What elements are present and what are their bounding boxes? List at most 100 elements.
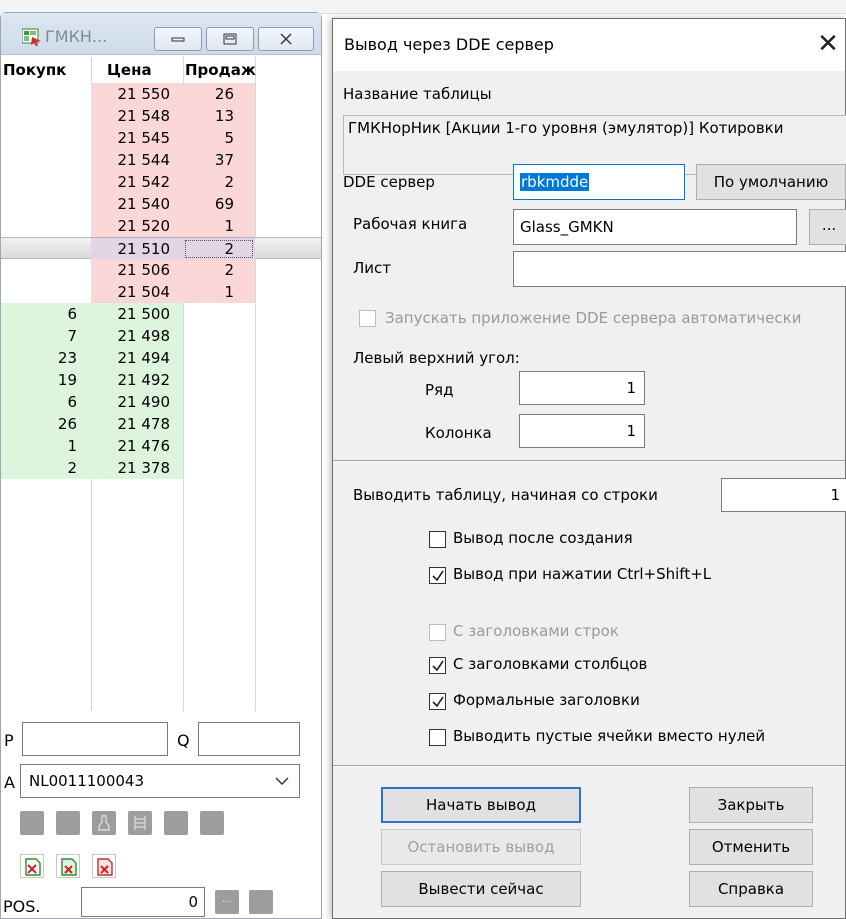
option-label: Вывод после создания xyxy=(453,529,633,547)
maximize-icon xyxy=(223,33,237,45)
row-headers-checkbox[interactable] xyxy=(429,624,446,641)
price-cell: 21 498 xyxy=(91,325,183,347)
empty-cells-checkbox[interactable] xyxy=(429,729,446,746)
ask-row[interactable]: 21 544 37 xyxy=(1,149,321,171)
toolbar-button-2[interactable] xyxy=(56,811,80,835)
dialog-close-button[interactable]: ✕ xyxy=(811,29,845,63)
cancel-all-orders-button[interactable] xyxy=(20,854,44,878)
ask-row[interactable]: 21 504 1 xyxy=(1,281,321,303)
option-label: Формальные заголовки xyxy=(453,691,640,709)
autostart-checkbox[interactable] xyxy=(359,310,376,327)
buy-cell: 6 xyxy=(1,303,91,325)
dialog-titlebar[interactable]: Вывод через DDE сервер ✕ xyxy=(333,19,845,71)
option-label: С заголовками строк xyxy=(453,622,619,640)
dialog-title: Вывод через DDE сервер xyxy=(344,35,554,54)
account-select[interactable]: NL0011100043 xyxy=(20,764,300,798)
ask-row[interactable]: 21 545 5 xyxy=(1,127,321,149)
bid-row[interactable]: 26 21 478 xyxy=(1,413,321,435)
default-server-button[interactable]: По умолчанию xyxy=(696,164,846,200)
price-cell: 21 476 xyxy=(91,435,183,457)
start-output-button[interactable]: Начать вывод xyxy=(381,787,581,823)
cancel-sell-orders-button[interactable] xyxy=(92,854,116,878)
quantity-input[interactable] xyxy=(198,722,300,756)
order-book-window: ГМКН... Покупк Цена Продаж 21 550 26 21 5… xyxy=(0,12,322,919)
minimize-icon xyxy=(171,37,185,42)
account-label: A xyxy=(4,773,15,792)
bid-row[interactable]: 6 21 490 xyxy=(1,391,321,413)
workbook-label: Рабочая книга xyxy=(353,215,468,233)
ask-row[interactable]: 21 542 2 xyxy=(1,171,321,193)
stop-output-button[interactable]: Остановить вывод xyxy=(381,829,581,865)
buy-cell: 23 xyxy=(1,347,91,369)
row-input[interactable]: 1 xyxy=(519,371,645,405)
checkmark-icon xyxy=(432,570,444,582)
sheet-input[interactable] xyxy=(513,251,846,287)
autostart-label: Запускать приложение DDE сервера автомат… xyxy=(385,309,802,327)
order-cancel-buy-icon xyxy=(61,858,77,876)
sell-cell: 2 xyxy=(183,259,255,281)
toolbar-button-1[interactable] xyxy=(20,811,44,835)
output-on-hotkey-checkbox[interactable] xyxy=(429,567,446,584)
minimize-button[interactable] xyxy=(154,27,202,51)
help-button[interactable]: Справка xyxy=(689,871,813,907)
price-cell: 21 544 xyxy=(91,149,183,171)
toolbar-button-6[interactable] xyxy=(200,811,224,835)
column-input[interactable]: 1 xyxy=(519,414,645,448)
buy-cell: 2 xyxy=(1,457,91,479)
toolbar-button-5[interactable] xyxy=(164,811,188,835)
price-cell: 21 494 xyxy=(91,347,183,369)
ask-row[interactable]: 21 548 13 xyxy=(1,105,321,127)
bid-row[interactable]: 19 21 492 xyxy=(1,369,321,391)
bid-row[interactable]: 2 21 378 xyxy=(1,457,321,479)
position-action-button[interactable] xyxy=(249,890,273,914)
ask-row[interactable]: 21 550 26 xyxy=(1,83,321,105)
toolbar-button-3[interactable] xyxy=(92,811,116,835)
ask-row[interactable]: 21 520 1 xyxy=(1,215,321,237)
price-cell: 21 492 xyxy=(91,369,183,391)
price-cell: 21 550 xyxy=(91,83,183,105)
chevron-down-icon xyxy=(275,777,289,786)
cancel-buy-orders-button[interactable] xyxy=(56,854,80,878)
start-row-input[interactable]: 1 xyxy=(721,478,846,512)
close-dialog-button[interactable]: Закрыть xyxy=(689,787,813,823)
start-row-label: Выводить таблицу, начиная со строки xyxy=(353,486,658,504)
ladder-icon xyxy=(134,816,146,830)
column-headers-checkbox[interactable] xyxy=(429,657,446,674)
header-buy[interactable]: Покупк xyxy=(3,57,66,83)
dde-server-value: rbkmdde xyxy=(520,173,590,191)
price-cell: 21 506 xyxy=(91,259,183,281)
maximize-button[interactable] xyxy=(206,27,254,51)
cancel-button[interactable]: Отменить xyxy=(689,829,813,865)
price-cell: 21 478 xyxy=(91,413,183,435)
price-cell: 21 520 xyxy=(91,215,183,237)
position-field[interactable]: 0 xyxy=(81,887,205,917)
header-price[interactable]: Цена xyxy=(107,57,152,83)
bid-row[interactable]: 6 21 500 xyxy=(1,303,321,325)
order-book-title: ГМКН... xyxy=(45,27,108,46)
bid-row[interactable]: 1 21 476 xyxy=(1,435,321,457)
dde-server-input[interactable]: rbkmdde xyxy=(513,164,685,200)
ask-row[interactable]: 21 506 2 xyxy=(1,259,321,281)
price-cell: 21 500 xyxy=(91,303,183,325)
close-button[interactable] xyxy=(258,27,314,51)
account-value: NL0011100043 xyxy=(29,772,145,790)
formal-headers-checkbox[interactable] xyxy=(429,693,446,710)
position-details-button[interactable]: ... xyxy=(215,890,239,914)
selected-row[interactable]: 21 510 2 xyxy=(1,237,321,260)
sell-cell: 37 xyxy=(183,149,255,171)
toolbar-button-4[interactable] xyxy=(128,811,152,835)
browse-button[interactable]: ... xyxy=(809,209,846,245)
buy-cell: 26 xyxy=(1,413,91,435)
ask-row[interactable]: 21 540 69 xyxy=(1,193,321,215)
header-sell[interactable]: Продаж xyxy=(185,57,256,83)
price-input[interactable] xyxy=(22,722,168,756)
output-now-button[interactable]: Вывести сейчас xyxy=(381,871,581,907)
order-book-titlebar[interactable]: ГМКН... xyxy=(1,13,321,55)
bid-row[interactable]: 7 21 498 xyxy=(1,325,321,347)
output-after-create-checkbox[interactable] xyxy=(429,531,446,548)
sell-cell: 1 xyxy=(183,281,255,303)
workbook-input[interactable]: Glass_GMKN xyxy=(513,209,797,245)
bid-row[interactable]: 23 21 494 xyxy=(1,347,321,369)
buy-cell: 1 xyxy=(1,435,91,457)
sheet-label: Лист xyxy=(353,259,392,277)
